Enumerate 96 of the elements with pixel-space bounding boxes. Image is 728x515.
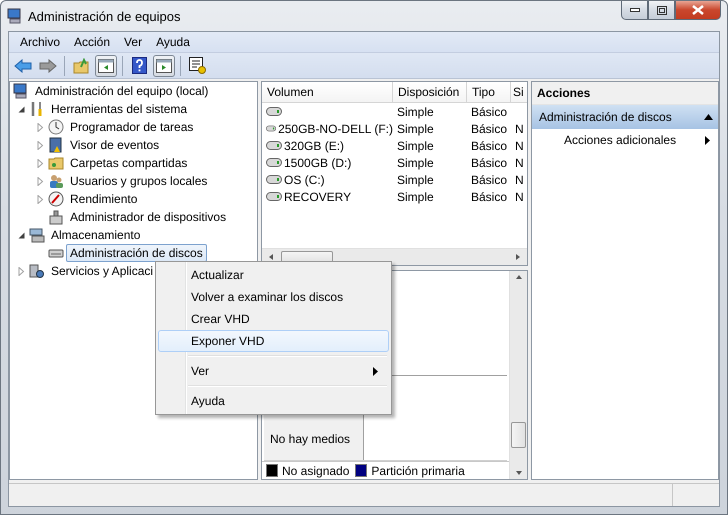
column-header[interactable]: Volumen (262, 82, 393, 102)
menu-item[interactable]: Acción (67, 33, 118, 51)
folder-icon (73, 58, 89, 74)
table-cell: N (515, 138, 524, 152)
context-menu-item[interactable]: Volver a examinar los discos (158, 286, 389, 308)
disk-drive-icon (266, 175, 282, 184)
actions-title: Acciones (532, 82, 718, 105)
action-pane-toggle-button[interactable] (153, 54, 175, 76)
table-cell: N (515, 156, 524, 170)
collapse-arrow-icon[interactable] (18, 232, 24, 238)
table-cell: Básico (471, 122, 508, 136)
maximize-icon (656, 6, 666, 14)
tree-item[interactable]: Visor de eventos (66, 136, 164, 154)
table-cell: Simple (397, 172, 434, 186)
tree-toggle-button[interactable] (95, 54, 117, 76)
tree-item[interactable]: Herramientas del sistema (47, 100, 192, 118)
column-header[interactable]: Disposición (393, 82, 467, 102)
table-cell: Simple (397, 138, 434, 152)
panel-icon (156, 58, 172, 72)
tree-item[interactable]: Servicios y Aplicaci (47, 262, 158, 280)
table-cell: RECOVERY (284, 190, 352, 204)
panel-icon (98, 58, 114, 72)
device-icon (48, 209, 64, 225)
disk-status: No hay medios (270, 432, 350, 446)
table-cell: N (515, 172, 524, 186)
table-cell: Básico (471, 190, 508, 204)
gauge-icon (48, 191, 64, 207)
table-cell: 320GB (E:) (284, 138, 344, 152)
context-menu-item[interactable]: Crear VHD (158, 308, 389, 330)
table-cell: Simple (397, 104, 434, 118)
window-title: Administración de equipos (28, 8, 180, 24)
expand-arrow-icon[interactable] (18, 266, 24, 276)
table-cell: Básico (471, 172, 508, 186)
column-header[interactable]: Tipo (467, 82, 511, 102)
submenu-arrow-icon (705, 136, 710, 144)
disk-drive-icon (266, 141, 282, 150)
shared-folder-icon (48, 155, 64, 171)
computer-icon (7, 8, 23, 24)
scrollbar-thumb[interactable] (511, 422, 526, 448)
tree-item[interactable]: Programador de tareas (66, 118, 198, 136)
context-menu-item[interactable]: Ver (158, 360, 389, 382)
collapse-arrow-icon[interactable] (18, 106, 24, 112)
disk-drive-icon (266, 158, 282, 167)
close-icon (692, 5, 704, 15)
disk-drive-icon (266, 107, 282, 116)
forward-arrow-icon (39, 58, 57, 72)
table-cell: Simple (397, 156, 434, 170)
users-icon (48, 173, 64, 189)
storage-icon (29, 227, 45, 243)
collapse-arrow-icon[interactable] (704, 114, 713, 120)
tree-item[interactable]: Carpetas compartidas (66, 154, 192, 172)
menu-item[interactable]: Archivo (13, 33, 68, 51)
tree-item[interactable]: Rendimiento (66, 190, 142, 208)
tree-item[interactable]: Usuarios y grupos locales (66, 172, 212, 190)
table-cell: 1500GB (D:) (284, 156, 352, 170)
event-log-icon (48, 137, 64, 153)
table-cell: OS (C:) (284, 172, 325, 186)
tree-item[interactable]: Almacenamiento (47, 226, 144, 244)
legend-label: No asignado (282, 464, 350, 478)
maximize-button[interactable] (648, 1, 675, 20)
vertical-scrollbar[interactable] (509, 271, 527, 479)
left-arrow-icon (267, 253, 275, 261)
disk-drive-icon (266, 192, 282, 201)
table-cell: Simple (397, 190, 434, 204)
table-cell: Básico (471, 104, 508, 118)
up-arrow-icon (514, 274, 522, 280)
action-section-header[interactable]: Administración de discos (532, 105, 718, 129)
minimize-icon (630, 8, 640, 12)
tree-item[interactable]: Administración de discos (66, 244, 207, 262)
table-cell: 250GB-NO-DELL (F:) (278, 122, 393, 136)
table-cell: N (515, 190, 524, 204)
action-item[interactable]: Acciones adicionales (532, 129, 718, 151)
context-menu-item[interactable]: Actualizar (158, 264, 389, 286)
table-cell: Básico (471, 138, 508, 152)
close-button[interactable] (675, 1, 721, 20)
down-arrow-icon (514, 470, 522, 476)
menu-item[interactable]: Ayuda (149, 33, 197, 51)
back-arrow-icon (14, 58, 32, 72)
disk-drive-icon (266, 124, 276, 133)
context-menu-item[interactable]: Exponer VHD (158, 330, 389, 352)
computer-icon (13, 83, 29, 99)
help-icon (132, 57, 146, 74)
table-cell: N (515, 122, 524, 136)
table-cell: Básico (471, 156, 508, 170)
minimize-button[interactable] (621, 1, 648, 20)
table-cell: Simple (397, 122, 434, 136)
context-menu-item[interactable]: Ayuda (158, 390, 389, 412)
column-header[interactable]: Si (511, 82, 527, 102)
tree-item[interactable]: Administrador de dispositivos (66, 208, 230, 226)
menu-item[interactable]: Ver (117, 33, 150, 51)
right-arrow-icon (514, 253, 522, 261)
properties-button[interactable] (186, 54, 208, 76)
clock-icon (48, 119, 64, 135)
tree-item[interactable]: Administración del equipo (local) (31, 82, 212, 100)
legend-label: Partición primaria (371, 464, 465, 478)
submenu-arrow-icon (373, 366, 378, 376)
